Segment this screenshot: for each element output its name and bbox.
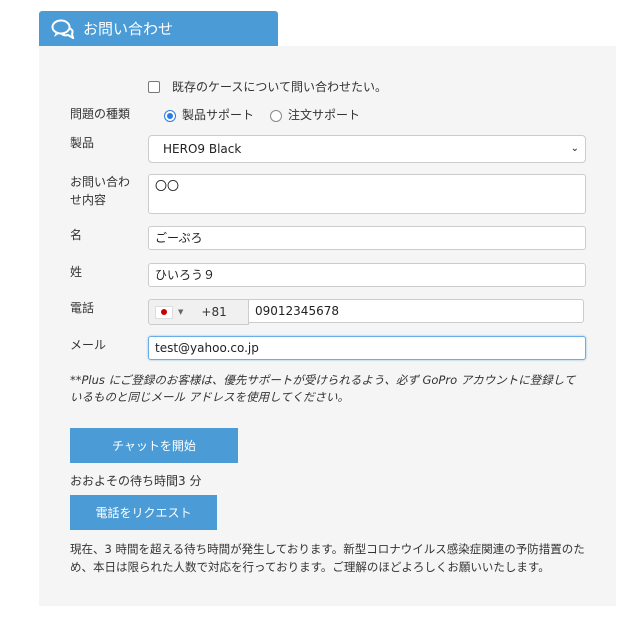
wait-time-text: おおよその待ち時間3 分	[70, 474, 202, 488]
existing-case-label: 既存のケースについて問い合わせたい。	[172, 80, 388, 94]
product-value: HERO9 Black	[163, 142, 242, 156]
phone-code: +81	[201, 305, 227, 319]
radio-icon[interactable]	[164, 109, 176, 122]
page-title: お問い合わせ	[83, 20, 174, 38]
first-name-label: 名	[70, 228, 83, 242]
phone-label: 電話	[70, 301, 95, 315]
phone-input[interactable]: 09012345678	[248, 299, 584, 323]
chevron-down-icon: ⌄	[570, 143, 579, 154]
country-code-select[interactable]: ▼ +81	[148, 299, 249, 325]
last-name-label: 姓	[70, 265, 83, 279]
inquiry-value: 〇〇	[155, 179, 180, 193]
first-name-input[interactable]: ごーぷろ	[148, 226, 586, 250]
caret-down-icon: ▼	[178, 308, 184, 316]
chat-bubbles-icon	[51, 19, 75, 39]
existing-case-row[interactable]: 既存のケースについて問い合わせたい。	[148, 78, 387, 95]
email-input[interactable]: test@yahoo.co.jp	[148, 336, 586, 360]
contact-header-tab: お問い合わせ	[39, 11, 278, 46]
japan-flag-icon	[155, 305, 173, 319]
radio-order-support[interactable]: 注文サポート	[270, 106, 360, 123]
product-select[interactable]: HERO9 Black ⌄	[148, 135, 586, 163]
radio-product-support[interactable]: 製品サポート	[164, 106, 254, 123]
issue-type-label: 問題の種類	[70, 107, 131, 121]
radio-label: 製品サポート	[182, 108, 255, 122]
email-label: メール	[70, 338, 107, 352]
last-name-value: ひいろう９	[155, 268, 216, 282]
first-name-value: ごーぷろ	[155, 231, 203, 245]
existing-case-checkbox[interactable]	[148, 80, 160, 93]
product-label: 製品	[70, 136, 95, 150]
inquiry-label: お問い合わせ内容	[70, 175, 131, 207]
radio-label: 注文サポート	[288, 108, 361, 122]
email-value: test@yahoo.co.jp	[155, 341, 259, 355]
phone-value: 09012345678	[255, 304, 339, 318]
last-name-input[interactable]: ひいろう９	[148, 263, 586, 287]
start-chat-button[interactable]: チャットを開始	[70, 428, 238, 463]
request-call-button[interactable]: 電話をリクエスト	[70, 495, 217, 530]
wait-notice: 現在、3 時間を超える待ち時間が発生しております。新型コロナウイルス感染症関連の…	[70, 542, 585, 574]
plus-note: **Plus にご登録のお客様は、優先サポートが受けられるよう、必ず GoPro…	[70, 373, 576, 404]
radio-icon[interactable]	[270, 109, 282, 122]
inquiry-textarea[interactable]: 〇〇	[148, 174, 586, 214]
